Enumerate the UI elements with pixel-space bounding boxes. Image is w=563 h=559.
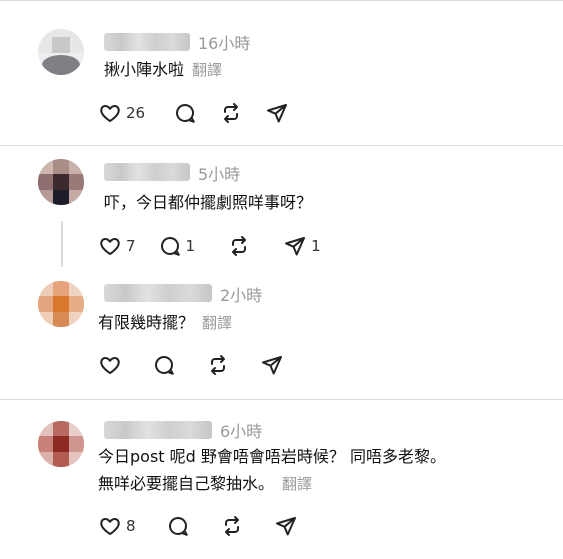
post-text: 揪小陣水啦 翻譯 (104, 56, 222, 84)
post-item[interactable]: 6小時 今日post 呢d 野會唔會唔岩時候？ 同唔多老黎。 無咩必要擺自己黎抽… (0, 399, 563, 559)
post-text: 吓，今日都仲擺劇照咩事呀？ (104, 193, 313, 212)
comment-icon (160, 237, 180, 256)
like-count: 8 (126, 517, 136, 535)
post-time: 5小時 (198, 165, 241, 184)
post-text-line-1: 今日post 呢d 野會唔會唔岩時候？ 同唔多老黎。 (98, 447, 446, 466)
repost-button[interactable] (206, 353, 230, 377)
repost-icon (224, 103, 239, 123)
reply-button[interactable] (173, 101, 197, 125)
heart-icon (100, 357, 120, 374)
repost-button[interactable] (219, 101, 243, 125)
action-bar (98, 352, 306, 378)
post-text-body: 揪小陣水啦 (104, 60, 185, 79)
avatar[interactable] (38, 421, 84, 467)
post-text-line-2: 無咩必要擺自己黎抽水。 (98, 474, 275, 493)
repost-icon (232, 236, 247, 256)
heart-icon (100, 518, 120, 535)
share-button[interactable] (274, 514, 298, 538)
send-icon (285, 237, 306, 256)
send-icon (275, 517, 296, 536)
like-count: 26 (126, 104, 146, 122)
reply-button[interactable]: 1 (158, 234, 196, 258)
comment-icon (176, 104, 195, 123)
comment-icon (168, 517, 188, 536)
send-icon (267, 104, 288, 123)
action-bar: 7 1 1 (98, 233, 343, 259)
translate-link[interactable]: 翻譯 (282, 475, 312, 493)
like-button[interactable] (98, 353, 122, 377)
username-blurred[interactable] (104, 33, 190, 51)
share-count: 1 (311, 237, 321, 255)
repost-icon (224, 516, 239, 536)
post-item[interactable]: 2小時 有限幾時擺？ 翻譯 (0, 275, 563, 399)
action-bar: 26 (98, 100, 311, 126)
send-icon (262, 356, 282, 375)
post-time: 6小時 (220, 422, 263, 441)
repost-icon (211, 355, 225, 375)
reply-button[interactable] (166, 514, 190, 538)
like-button[interactable]: 7 (98, 234, 136, 258)
username-blurred[interactable] (104, 421, 212, 439)
post-text: 有限幾時擺？ 翻譯 (98, 309, 232, 337)
post-item[interactable]: 5小時 吓，今日都仲擺劇照咩事呀？ 7 1 1 (0, 145, 563, 275)
like-button[interactable]: 8 (98, 514, 136, 538)
comment-icon (155, 356, 174, 375)
share-button[interactable] (265, 101, 289, 125)
translate-link[interactable]: 翻譯 (202, 314, 232, 332)
post-time: 16小時 (198, 34, 251, 53)
heart-icon (100, 105, 120, 122)
like-button[interactable]: 26 (98, 101, 145, 125)
repost-button[interactable] (227, 234, 251, 258)
heart-icon (100, 238, 120, 255)
like-count: 7 (126, 237, 136, 255)
avatar[interactable] (38, 281, 84, 327)
avatar[interactable] (38, 29, 84, 75)
username-blurred[interactable] (104, 284, 212, 302)
share-button[interactable] (260, 353, 284, 377)
reply-button[interactable] (152, 353, 176, 377)
avatar[interactable] (38, 159, 84, 205)
post-text-body: 有限幾時擺？ (98, 313, 195, 332)
action-bar: 8 (98, 513, 320, 539)
reply-count: 1 (185, 237, 196, 255)
username-blurred[interactable] (104, 163, 190, 181)
post-item[interactable]: 16小時 揪小陣水啦 翻譯 26 (0, 0, 563, 145)
thread-line (61, 221, 63, 267)
post-time: 2小時 (220, 286, 263, 305)
post-text: 無咩必要擺自己黎抽水。 翻譯 (98, 470, 312, 498)
translate-link[interactable]: 翻譯 (192, 61, 222, 79)
share-button[interactable]: 1 (283, 234, 321, 258)
repost-button[interactable] (220, 514, 244, 538)
